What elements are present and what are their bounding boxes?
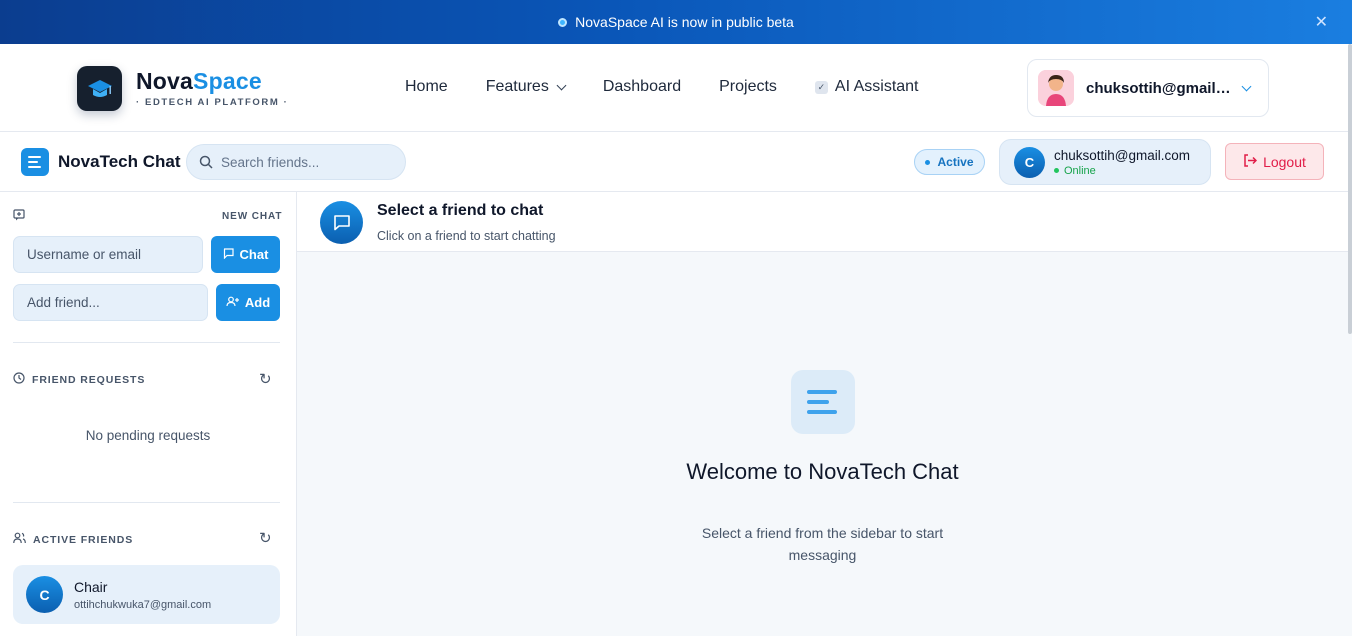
add-friend-field[interactable] — [13, 284, 208, 321]
online-status: Online — [1054, 165, 1190, 177]
close-icon[interactable]: ✕ — [1315, 12, 1328, 32]
conversation-title: Select a friend to chat — [377, 202, 544, 219]
active-friends-header: ACTIVE FRIENDS — [13, 532, 133, 547]
nav-projects[interactable]: Projects — [719, 78, 777, 96]
conversation-header: Select a friend to chat Click on a frien… — [297, 192, 1352, 252]
brand-tagline: · EDTECH AI PLATFORM · — [136, 97, 289, 108]
user-email: chuksottih@gmail.com — [1086, 79, 1231, 97]
welcome-subtitle: Select a friend from the sidebar to star… — [701, 525, 944, 563]
brand-name: NovaSpace — [136, 68, 262, 94]
chat-app-title: NovaTech Chat — [58, 152, 181, 171]
friend-requests-header: FRIEND REQUESTS — [13, 372, 145, 387]
no-requests-text: No pending requests — [85, 428, 211, 443]
user-menu[interactable]: chuksottih@gmail.com — [1027, 59, 1269, 117]
nav-features-label: Features — [485, 78, 549, 95]
brand[interactable]: NovaSpace · EDTECH AI PLATFORM · — [136, 68, 288, 108]
chat-logo-icon — [21, 148, 49, 176]
avatar: C — [26, 576, 63, 613]
search-input[interactable] — [221, 154, 391, 170]
nav-ai-assistant[interactable]: ✓ AI Assistant — [814, 78, 919, 96]
beta-dot-icon — [558, 17, 568, 27]
welcome-title: Welcome to NovaTech Chat — [686, 459, 959, 484]
add-friend-button[interactable]: Add — [216, 284, 280, 321]
logout-button[interactable]: Logout — [1225, 143, 1324, 180]
top-navigation: NovaSpace · EDTECH AI PLATFORM · Home Fe… — [0, 44, 1352, 132]
chat-header: NovaTech Chat Active C chuksottih@gmail.… — [0, 132, 1352, 192]
users-icon — [13, 532, 26, 547]
clock-icon — [13, 372, 25, 387]
refresh-friends-icon[interactable]: ↻ — [259, 529, 272, 547]
status-badge: Active — [914, 149, 985, 175]
conversation-area: Welcome to NovaTech Chat Select a friend… — [297, 252, 1352, 636]
new-chat-label: NEW CHAT — [222, 211, 283, 222]
username-input[interactable] — [14, 237, 202, 272]
chat-bubble-icon — [320, 201, 363, 244]
search-icon — [199, 155, 213, 169]
graduation-cap-logo-icon[interactable] — [77, 66, 122, 111]
new-chat-icon — [13, 209, 25, 221]
nav-ai-assistant-label: AI Assistant — [834, 78, 919, 95]
conversation-subtitle: Click on a friend to start chatting — [377, 229, 556, 243]
message-icon — [223, 247, 234, 262]
check-icon: ✓ — [814, 80, 828, 94]
chat-menu-icon — [791, 370, 855, 434]
add-user-icon — [226, 295, 239, 310]
search-friends[interactable] — [186, 144, 406, 180]
divider — [13, 342, 280, 343]
friend-list-item[interactable]: C Chair ottihchukwuka7@gmail.com — [13, 565, 280, 624]
chevron-down-icon — [1241, 81, 1252, 91]
refresh-requests-icon[interactable]: ↻ — [259, 370, 272, 388]
add-friend-input[interactable] — [14, 285, 207, 320]
current-user-email: chuksottih@gmail.com — [1054, 147, 1191, 163]
nav-features[interactable]: Features — [485, 78, 567, 96]
divider — [13, 502, 280, 503]
nav-dashboard[interactable]: Dashboard — [603, 78, 681, 96]
logout-icon — [1243, 153, 1258, 170]
scrollbar[interactable] — [1348, 44, 1352, 334]
avatar — [1038, 70, 1074, 106]
friend-email: ottihchukwuka7@gmail.com — [74, 598, 212, 611]
username-field[interactable] — [13, 236, 203, 273]
chat-button[interactable]: Chat — [211, 236, 280, 273]
nav-home[interactable]: Home — [405, 78, 448, 96]
banner-text: NovaSpace AI is now in public beta — [575, 14, 794, 30]
chevron-down-icon — [556, 80, 567, 90]
sidebar: NEW CHAT Chat Add FRIEND REQUESTS ↻ No p… — [0, 192, 297, 636]
current-user-card: C chuksottih@gmail.com Online — [999, 139, 1211, 185]
avatar: C — [1014, 146, 1045, 178]
announcement-banner: NovaSpace AI is now in public beta ✕ — [0, 0, 1352, 44]
friend-name: Chair — [74, 578, 108, 595]
